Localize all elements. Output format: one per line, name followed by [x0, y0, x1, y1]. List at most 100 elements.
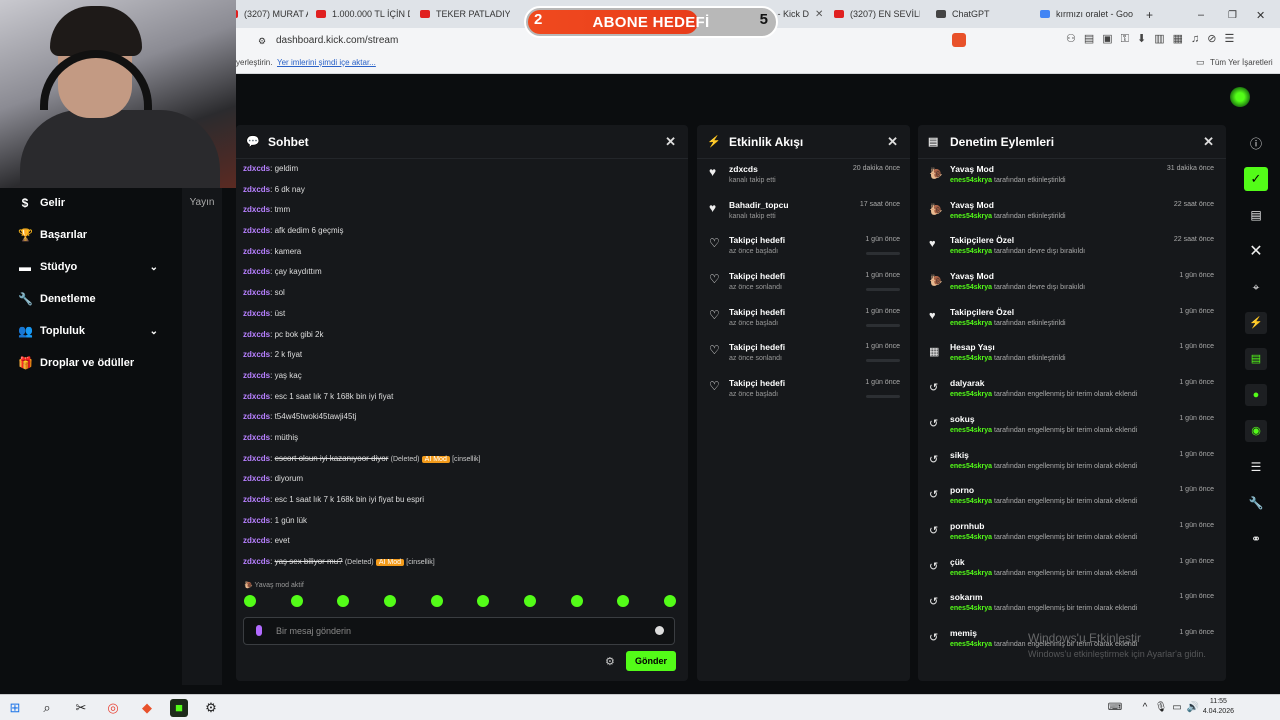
lightning-button[interactable]: ⚡	[1242, 305, 1270, 341]
moderator-name[interactable]: enes54skrya	[950, 355, 992, 362]
emote-icon[interactable]	[663, 595, 676, 607]
chat-username[interactable]: zdxcds	[243, 247, 270, 256]
emote-icon[interactable]	[244, 595, 256, 607]
keyboard-icon[interactable]: ⌨	[1106, 699, 1124, 717]
chat-input[interactable]: Bir mesaj gönderin	[243, 617, 675, 645]
chat-username[interactable]: zdxcds	[243, 226, 270, 235]
checkmark-button[interactable]: ✓	[1242, 161, 1270, 197]
chat-username[interactable]: zdxcds	[243, 350, 270, 359]
moderator-name[interactable]: enes54skrya	[950, 498, 992, 505]
moderator-name[interactable]: enes54skrya	[950, 177, 992, 184]
moderator-name[interactable]: enes54skrya	[950, 427, 992, 434]
maximize-button[interactable]: ❐	[1228, 5, 1237, 25]
avatar[interactable]	[1230, 87, 1250, 107]
window-close-button[interactable]: ✕	[1256, 5, 1265, 25]
tab-close-icon[interactable]: ✕	[815, 9, 823, 20]
chat-username[interactable]: zdxcds	[243, 185, 270, 194]
site-info-icon[interactable]: ⚙	[258, 33, 266, 49]
sidebar-item-4[interactable]: 🔧 Denetleme	[0, 283, 180, 315]
emote-icon[interactable]	[617, 595, 630, 607]
emoji-icon[interactable]	[655, 626, 664, 635]
chat-username[interactable]: zdxcds	[243, 454, 270, 463]
moderator-name[interactable]: enes54skrya	[950, 320, 992, 327]
new-tab-button[interactable]: +	[1146, 5, 1153, 25]
chat-username[interactable]: zdxcds	[243, 433, 270, 442]
search-icon[interactable]: ⌕	[38, 699, 56, 717]
moderator-name[interactable]: enes54skrya	[950, 605, 992, 612]
emote-icon[interactable]	[430, 595, 443, 607]
moderator-name[interactable]: enes54skrya	[950, 213, 992, 220]
import-bookmarks-link[interactable]: Yer imlerini şimdi içe aktar...	[277, 58, 376, 67]
browser-tab[interactable]: TEKER PATLADIYSA	[420, 4, 510, 24]
brave-shield-icon[interactable]	[952, 33, 966, 47]
windows-start-icon[interactable]: ⊞	[6, 699, 24, 717]
chat-username[interactable]: zdxcds	[243, 267, 270, 276]
sidebar-item-6[interactable]: 🎁 Droplar ve ödüller	[0, 347, 180, 379]
chrome-icon[interactable]: ◎	[104, 699, 122, 717]
mic-icon[interactable]	[256, 625, 262, 636]
chat-message-list[interactable]: zdxcds: geldim zdxcds: 6 dk nay zdxcds: tm…	[236, 159, 688, 573]
chat-username[interactable]: zdxcds	[243, 164, 270, 173]
sidebar-item-1[interactable]: $ Gelir	[0, 187, 180, 219]
chat-username[interactable]: zdxcds	[243, 205, 270, 214]
browser-tab[interactable]: kırmızı oralet - Goo	[1040, 4, 1136, 24]
moderator-name[interactable]: enes54skrya	[950, 284, 992, 291]
minimize-button[interactable]: –	[1198, 5, 1204, 25]
sidebar-item-5[interactable]: 👥 Topluluk ⌄	[0, 315, 180, 347]
send-button[interactable]: Gönder	[626, 651, 676, 671]
layout-icon[interactable]: ▤	[1242, 197, 1270, 233]
info-icon[interactable]: ⓘ	[1242, 125, 1270, 161]
chat-username[interactable]: zdxcds	[243, 474, 270, 483]
chat-username[interactable]: zdxcds	[243, 495, 270, 504]
system-clock[interactable]: 11:55 4.04.2026	[1203, 697, 1234, 717]
browser-tab[interactable]: (3207) EN SEVİLEN	[834, 4, 920, 24]
chat-username[interactable]: zdxcds	[243, 392, 270, 401]
chat-button[interactable]: ●	[1242, 377, 1270, 413]
moderator-name[interactable]: enes54skrya	[950, 391, 992, 398]
emote-icon[interactable]	[337, 595, 350, 607]
moderator-name[interactable]: enes54skrya	[950, 463, 992, 470]
target-icon[interactable]: ⌖	[1242, 269, 1270, 305]
close-icon[interactable]: ✕	[1242, 233, 1270, 269]
close-icon[interactable]: ✕	[887, 134, 898, 150]
chat-username[interactable]: zdxcds	[243, 516, 270, 525]
settings-icon[interactable]: ⚙	[202, 699, 220, 717]
browser-tab[interactable]: 1.000.000 TL İÇİN D	[316, 4, 410, 24]
kick-app-icon[interactable]: ■	[170, 699, 188, 717]
chat-username[interactable]: zdxcds	[243, 309, 270, 318]
stream-tab[interactable]: Yayın	[182, 125, 222, 685]
chevron-down-icon[interactable]: ⌄	[150, 326, 158, 337]
chevron-down-icon[interactable]: ⌄	[150, 262, 158, 273]
volume-icon[interactable]: 🔊	[1184, 699, 1202, 717]
emote-icon[interactable]	[477, 595, 490, 607]
document-button[interactable]: ▤	[1242, 341, 1270, 377]
close-icon[interactable]: ✕	[1203, 134, 1214, 150]
snipping-tool-icon[interactable]: ✂	[72, 699, 90, 717]
moderator-name[interactable]: enes54skrya	[950, 248, 992, 255]
gear-icon[interactable]: ⚙	[605, 655, 615, 668]
chat-username[interactable]: zdxcds	[243, 536, 270, 545]
list-icon[interactable]: ☰	[1242, 449, 1270, 485]
moderator-name[interactable]: enes54skrya	[950, 570, 992, 577]
share-icon[interactable]: ⚭	[1242, 521, 1270, 557]
brave-icon[interactable]: ◆	[138, 699, 156, 717]
all-bookmarks[interactable]: Tüm Yer İşaretleri	[1210, 58, 1273, 67]
moderator-name[interactable]: enes54skrya	[950, 534, 992, 541]
emote-icon[interactable]	[383, 595, 396, 607]
chat-username[interactable]: zdxcds	[243, 330, 270, 339]
broadcast-button[interactable]: ◉	[1242, 413, 1270, 449]
browser-tab[interactable]: ChatGPT	[936, 4, 1022, 24]
browser-tab[interactable]: (3207) MURAT AMC	[228, 4, 308, 24]
sidebar-item-3[interactable]: ▬ Stüdyo ⌄	[0, 251, 180, 283]
chat-username[interactable]: zdxcds	[243, 371, 270, 380]
moderator-name[interactable]: enes54skrya	[950, 641, 992, 648]
chat-username[interactable]: zdxcds	[243, 557, 270, 566]
sidebar-item-2[interactable]: 🏆 Başarılar	[0, 219, 180, 251]
emote-icon[interactable]	[290, 595, 303, 607]
chat-username[interactable]: zdxcds	[243, 288, 270, 297]
wrench-icon[interactable]: 🔧	[1242, 485, 1270, 521]
emote-icon[interactable]	[570, 595, 583, 607]
chat-username[interactable]: zdxcds	[243, 412, 270, 421]
emote-icon[interactable]	[523, 595, 536, 607]
close-icon[interactable]: ✕	[665, 134, 676, 150]
